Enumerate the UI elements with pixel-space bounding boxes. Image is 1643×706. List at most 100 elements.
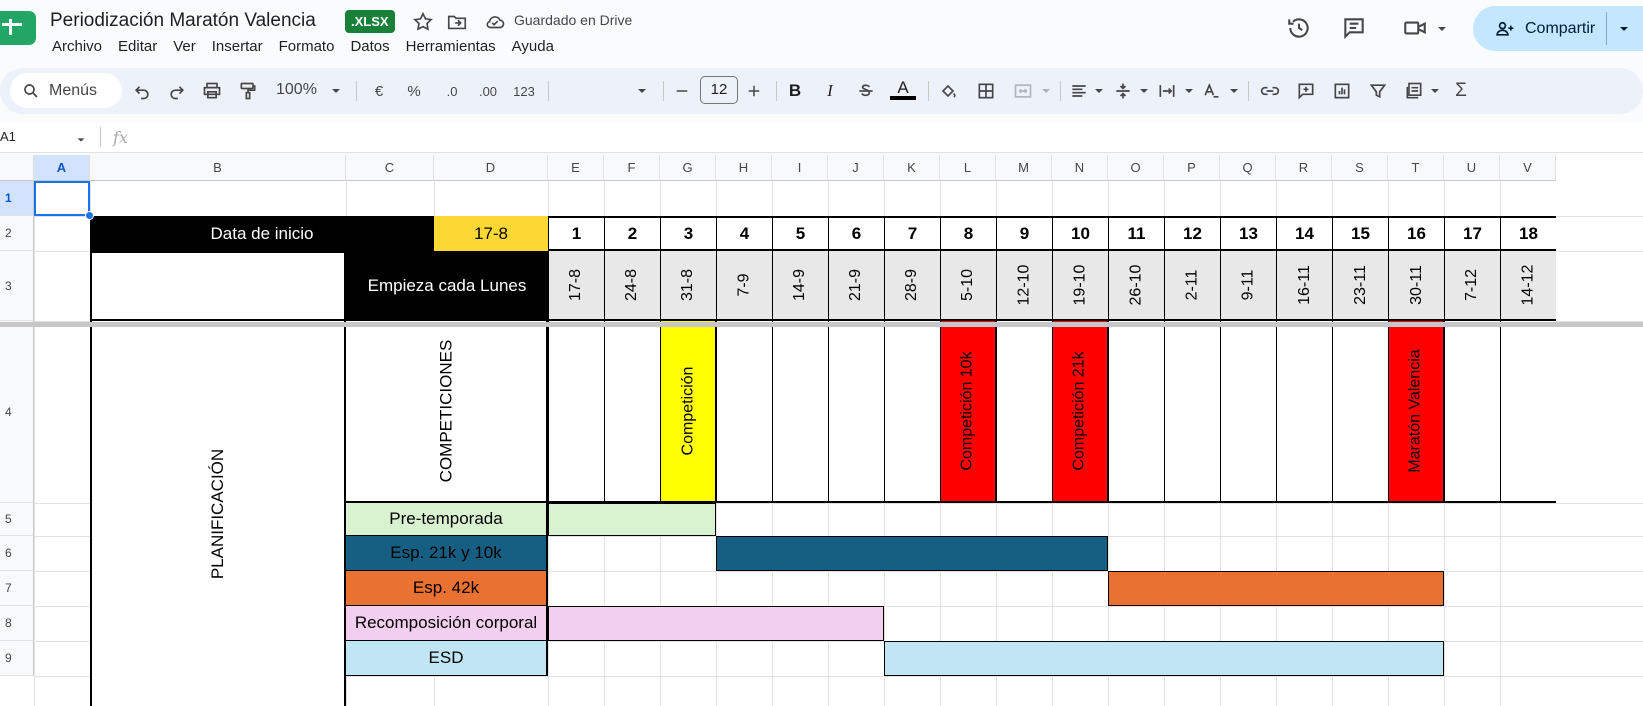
- week-number-cell[interactable]: 12: [1164, 216, 1220, 251]
- column-header-v[interactable]: V: [1500, 155, 1556, 181]
- save-status[interactable]: Guardado en Drive: [514, 12, 632, 28]
- week-number-cell[interactable]: 7: [884, 216, 940, 251]
- text-rotation-icon[interactable]: [1200, 80, 1222, 102]
- week-date-cell[interactable]: 31-8: [660, 251, 716, 321]
- competition-week-cell[interactable]: [1276, 321, 1332, 503]
- font-size-input[interactable]: 12: [700, 76, 738, 104]
- frozen-rows-divider[interactable]: [0, 322, 1643, 327]
- week-number-cell[interactable]: 4: [716, 216, 772, 251]
- print-icon[interactable]: [201, 80, 223, 102]
- weekly-start-label-cell[interactable]: Empieza cada Lunes: [346, 251, 548, 321]
- row-header-5[interactable]: 5: [0, 503, 34, 536]
- filter-views-caret-icon[interactable]: [1429, 80, 1441, 102]
- cloud-saved-icon[interactable]: [484, 11, 506, 33]
- redo-icon[interactable]: [166, 80, 188, 102]
- horizontal-align-icon[interactable]: [1068, 80, 1090, 102]
- phase-bar-cell[interactable]: [1108, 571, 1444, 606]
- week-date-cell[interactable]: 12-10: [996, 251, 1052, 321]
- week-date-cell[interactable]: 14-9: [772, 251, 828, 321]
- wrap-caret-icon[interactable]: [1183, 80, 1195, 102]
- name-box-caret-icon[interactable]: [76, 132, 86, 142]
- meet-video-icon[interactable]: [1402, 15, 1428, 41]
- phase-label-cell[interactable]: Recomposición corporal: [346, 606, 548, 641]
- active-cell-selection[interactable]: [34, 181, 90, 216]
- competition-week-cell[interactable]: [996, 321, 1052, 503]
- week-number-cell[interactable]: 14: [1276, 216, 1332, 251]
- competition-week-cell[interactable]: [548, 321, 604, 503]
- column-header-h[interactable]: H: [716, 155, 772, 181]
- week-number-cell[interactable]: 10: [1052, 216, 1108, 251]
- row-header-9[interactable]: 9: [0, 641, 34, 676]
- menu-herramientas[interactable]: Herramientas: [398, 36, 504, 58]
- row-header-1[interactable]: 1: [0, 181, 34, 216]
- column-header-i[interactable]: I: [772, 155, 828, 181]
- column-header-e[interactable]: E: [548, 155, 604, 181]
- bold-button[interactable]: B: [786, 80, 804, 102]
- week-number-cell[interactable]: 11: [1108, 216, 1164, 251]
- competition-week-cell[interactable]: [716, 321, 772, 503]
- merge-caret-icon[interactable]: [1040, 80, 1052, 102]
- select-all-corner[interactable]: [0, 155, 34, 181]
- column-header-k[interactable]: K: [884, 155, 940, 181]
- insert-link-icon[interactable]: [1259, 80, 1281, 102]
- week-date-cell[interactable]: 9-11: [1220, 251, 1276, 321]
- week-number-cell[interactable]: 6: [828, 216, 884, 251]
- menu-insertar[interactable]: Insertar: [204, 36, 271, 58]
- competition-week-cell[interactable]: [1444, 321, 1500, 503]
- phase-bar-cell[interactable]: [716, 536, 1108, 571]
- strikethrough-icon[interactable]: [855, 80, 877, 102]
- competition-week-cell[interactable]: [1164, 321, 1220, 503]
- week-number-cell[interactable]: 13: [1220, 216, 1276, 251]
- row-header-4[interactable]: 4: [0, 321, 34, 503]
- competition-week-cell[interactable]: [1108, 321, 1164, 503]
- week-number-cell[interactable]: 1: [548, 216, 604, 251]
- decrease-decimal-button[interactable]: .0: [440, 80, 464, 102]
- week-date-cell[interactable]: 2-11: [1164, 251, 1220, 321]
- meet-caret-icon[interactable]: [1436, 22, 1448, 34]
- week-number-cell[interactable]: 18: [1500, 216, 1556, 251]
- move-folder-icon[interactable]: [446, 11, 468, 33]
- competitions-label-cell[interactable]: COMPETICIONES: [346, 321, 548, 503]
- star-icon[interactable]: [412, 11, 434, 33]
- phase-label-cell[interactable]: Esp. 21k y 10k: [346, 536, 548, 571]
- week-date-cell[interactable]: 30-11: [1388, 251, 1444, 321]
- column-header-u[interactable]: U: [1444, 155, 1500, 181]
- functions-icon[interactable]: Σ: [1450, 80, 1472, 102]
- rotation-caret-icon[interactable]: [1228, 80, 1240, 102]
- share-caret-icon[interactable]: [1618, 22, 1630, 34]
- column-header-d[interactable]: D: [434, 155, 548, 181]
- week-date-cell[interactable]: 24-8: [604, 251, 660, 321]
- week-date-cell[interactable]: 21-9: [828, 251, 884, 321]
- sheets-logo-icon[interactable]: [0, 11, 36, 45]
- competition-week-cell[interactable]: [1220, 321, 1276, 503]
- zoom-caret-icon[interactable]: [330, 80, 342, 102]
- text-wrap-icon[interactable]: [1156, 80, 1178, 102]
- week-date-cell[interactable]: 17-8: [548, 251, 604, 321]
- merge-cells-icon[interactable]: [1012, 80, 1034, 102]
- phase-label-cell[interactable]: ESD: [346, 641, 548, 676]
- italic-button[interactable]: I: [821, 80, 839, 102]
- row-header-2[interactable]: 2: [0, 216, 34, 251]
- column-header-f[interactable]: F: [604, 155, 660, 181]
- menu-search[interactable]: Menús: [10, 73, 122, 108]
- column-header-l[interactable]: L: [940, 155, 996, 181]
- increase-decimal-button[interactable]: .00: [474, 80, 502, 102]
- week-date-cell[interactable]: 23-11: [1332, 251, 1388, 321]
- menu-formato[interactable]: Formato: [271, 36, 343, 58]
- phase-bar-cell[interactable]: [548, 606, 884, 641]
- paint-format-icon[interactable]: [237, 80, 259, 102]
- week-number-cell[interactable]: 16: [1388, 216, 1444, 251]
- column-header-a[interactable]: A: [34, 155, 90, 181]
- phase-label-cell[interactable]: Pre-temporada: [346, 503, 548, 536]
- decrease-font-size-icon[interactable]: [673, 80, 691, 102]
- column-header-m[interactable]: M: [996, 155, 1052, 181]
- empty-cell-b3[interactable]: [90, 251, 346, 321]
- planning-label-cell[interactable]: PLANIFICACIÓN: [90, 321, 346, 706]
- competition-cell[interactable]: Maratón Valencia: [1388, 321, 1444, 503]
- filter-views-icon[interactable]: [1403, 80, 1425, 102]
- start-date-label-cell[interactable]: Data de inicio: [90, 216, 434, 251]
- week-number-cell[interactable]: 15: [1332, 216, 1388, 251]
- column-header-p[interactable]: P: [1164, 155, 1220, 181]
- insert-chart-icon[interactable]: [1331, 80, 1353, 102]
- column-header-n[interactable]: N: [1052, 155, 1108, 181]
